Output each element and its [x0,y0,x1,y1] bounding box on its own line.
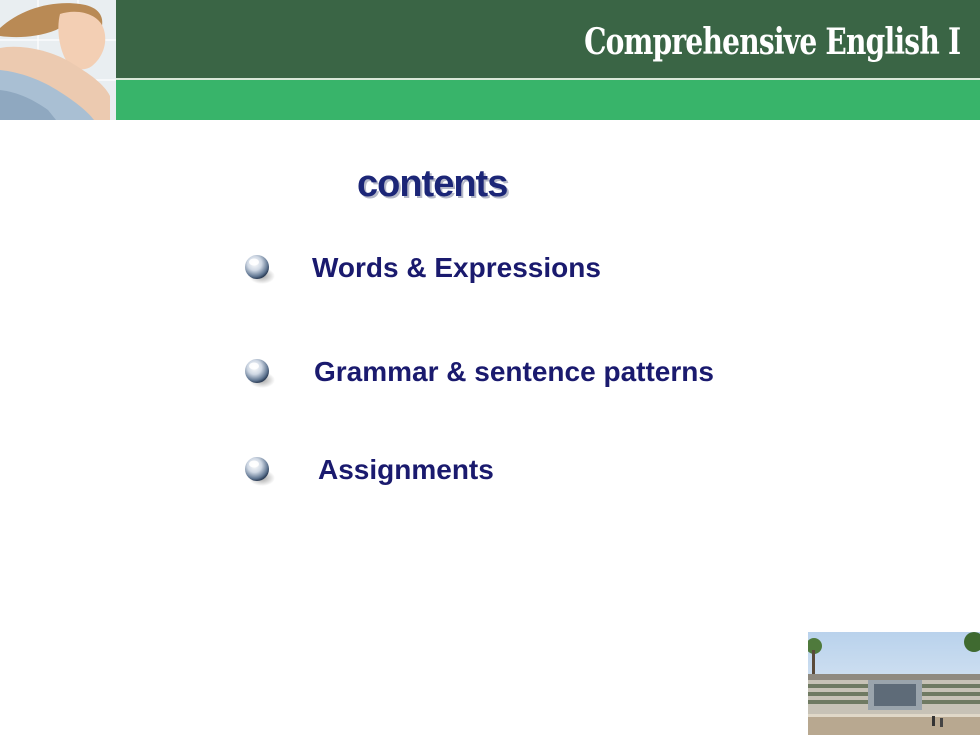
contents-item-words[interactable]: Words & Expressions [242,248,601,288]
glass-bullet-icon [245,457,275,486]
glass-bullet-icon [245,359,275,388]
course-title: Comprehensive English I [583,21,961,63]
campus-building-photo [808,632,980,735]
header-woman-photo [0,0,116,120]
contents-item-assignments[interactable]: Assignments [242,450,494,490]
contents-item-label: Words & Expressions [312,252,601,283]
glass-bullet-icon [245,255,275,284]
contents-item-grammar[interactable]: Grammar & sentence patterns [242,352,714,392]
contents-item-label: Assignments [318,454,494,485]
header-green-band [116,80,980,120]
contents-item-label: Grammar & sentence patterns [314,356,714,387]
campus-building-illustration [808,632,980,735]
woman-photo-illustration [0,0,116,120]
contents-heading: contents [357,163,508,205]
